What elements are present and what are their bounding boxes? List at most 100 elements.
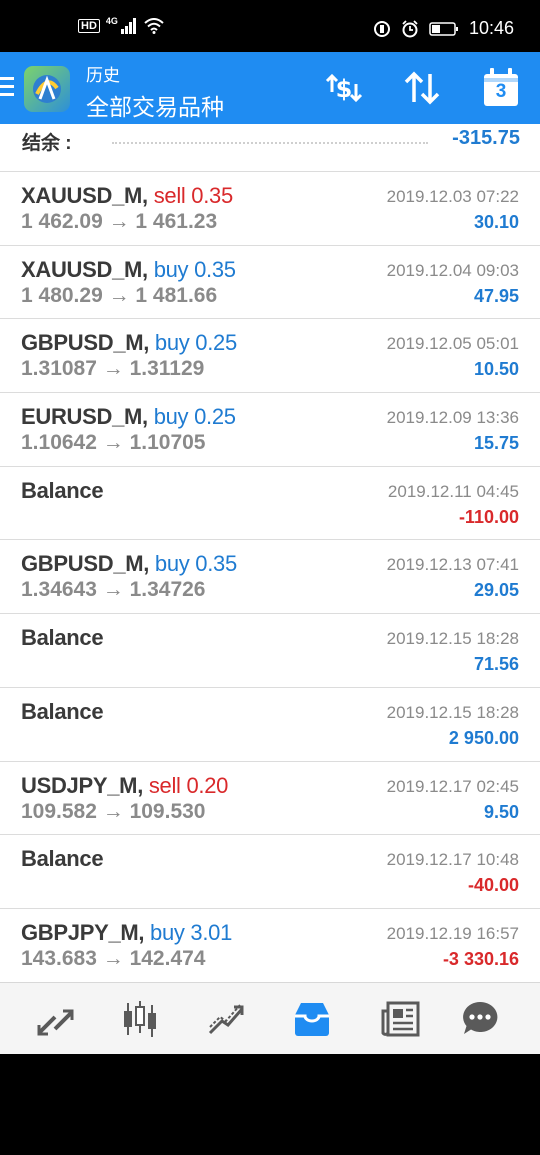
row-prices: 1.10642 → 1.10705 <box>21 431 206 455</box>
history-row[interactable]: XAUUSD_M, sell 0.35 1 462.09 → 1 461.23 20… <box>0 172 540 246</box>
nav-chat[interactable] <box>458 997 502 1041</box>
history-row[interactable]: GBPJPY_M, buy 3.01 143.683 → 142.474 2019.… <box>0 908 540 983</box>
data-saver-icon <box>373 20 390 37</box>
row-profit: 30.10 <box>473 212 519 232</box>
history-row[interactable]: GBPUSD_M, buy 0.35 1.34643 → 1.34726 2019.… <box>0 540 540 615</box>
row-side: buy 0.25 <box>154 330 237 356</box>
history-row[interactable]: Balance 2019.12.15 18:28 2 950.00 <box>0 687 540 762</box>
app-header: 历史 全部交易品种 $ 3 <box>0 52 540 124</box>
row-prices: 109.582 → 109.530 <box>21 799 206 823</box>
wifi-icon <box>144 18 164 34</box>
row-profit: 9.50 <box>483 801 519 822</box>
header-subtitle: 历史 <box>86 66 120 85</box>
row-title: Balance <box>21 846 104 872</box>
row-date: 2019.12.03 07:22 <box>386 187 519 206</box>
row-date: 2019.12.15 18:28 <box>386 629 519 649</box>
row-date: 2019.12.17 10:48 <box>386 850 519 870</box>
row-title: GBPJPY_M, buy 3.01 <box>21 920 232 946</box>
row-profit: 2 950.00 <box>448 727 519 748</box>
history-list: XAUUSD_M, sell 0.35 1 462.09 → 1 461.23 20… <box>0 172 540 983</box>
chat-icon <box>463 1001 498 1034</box>
row-symbol: XAUUSD_M, <box>21 183 148 208</box>
app-logo <box>24 66 70 112</box>
row-symbol: USDJPY_M, <box>21 772 144 798</box>
nav-history[interactable] <box>290 997 334 1041</box>
row-date: 2019.12.11 04:45 <box>387 481 519 501</box>
status-bar: HD 4G 10:46 <box>0 0 540 56</box>
calendar-button[interactable]: 3 <box>482 68 520 108</box>
history-row[interactable]: GBPUSD_M, buy 0.25 1.31087 → 1.31129 2019.… <box>0 319 540 394</box>
row-date: 2019.12.09 13:36 <box>386 408 519 428</box>
balance-summary: 结余 : -315.75 <box>0 124 540 172</box>
bottom-navigation <box>0 982 540 1054</box>
trade-icon <box>208 1004 244 1035</box>
system-navigation-area <box>0 1054 540 1155</box>
network-type: 4G <box>105 16 118 26</box>
row-side: sell 0.20 <box>148 772 229 798</box>
row-title: XAUUSD_M, sell 0.35 <box>21 183 233 209</box>
row-prices: 143.683 → 142.474 <box>21 946 206 970</box>
row-symbol: XAUUSD_M, <box>21 256 148 282</box>
row-symbol: Balance <box>21 477 104 503</box>
row-profit: 10.50 <box>473 359 519 380</box>
currency-switch-icon[interactable]: $ <box>322 68 366 108</box>
history-row[interactable]: Balance 2019.12.17 10:48 -40.00 <box>0 835 540 909</box>
hd-badge: HD <box>78 19 100 33</box>
svg-text:$: $ <box>336 75 353 103</box>
menu-icon[interactable] <box>0 77 16 99</box>
sort-icon[interactable] <box>400 68 444 108</box>
row-prices: 1.31087 → 1.31129 <box>21 357 205 381</box>
row-title: Balance <box>21 698 104 725</box>
status-left: HD 4G <box>78 16 164 34</box>
row-symbol: GBPJPY_M, <box>21 919 145 945</box>
row-title: GBPUSD_M, buy 0.35 <box>21 551 237 577</box>
row-side: buy 0.25 <box>153 404 236 430</box>
row-side: buy 3.01 <box>150 919 233 945</box>
row-symbol: Balance <box>21 625 104 651</box>
history-row[interactable]: EURUSD_M, buy 0.25 1.10642 → 1.10705 2019.… <box>0 393 540 467</box>
nav-quotes[interactable] <box>33 997 77 1041</box>
row-profit: 71.56 <box>473 654 519 675</box>
row-title: Balance <box>21 477 104 504</box>
summary-value: -315.75 <box>452 127 520 149</box>
news-icon <box>381 1001 420 1037</box>
row-profit: 47.95 <box>473 285 519 306</box>
summary-label: 结余 : <box>22 133 72 154</box>
nav-news[interactable] <box>378 997 422 1041</box>
row-side: sell 0.35 <box>153 183 234 208</box>
summary-divider <box>112 142 428 144</box>
row-symbol: EURUSD_M, <box>21 404 148 430</box>
row-symbol: GBPUSD_M, <box>21 330 150 356</box>
calendar-day: 3 <box>495 81 507 102</box>
row-title: GBPUSD_M, buy 0.25 <box>21 330 237 356</box>
row-prices: 1.34643 → 1.34726 <box>21 578 206 602</box>
row-date: 2019.12.15 18:28 <box>386 702 519 722</box>
row-symbol: Balance <box>21 698 104 724</box>
row-date: 2019.12.13 07:41 <box>386 555 519 575</box>
row-title: EURUSD_M, buy 0.25 <box>21 404 236 430</box>
nav-trade[interactable] <box>204 997 248 1041</box>
row-title: XAUUSD_M, buy 0.35 <box>21 257 236 283</box>
row-profit: 29.05 <box>473 580 519 601</box>
row-profit: 15.75 <box>473 433 519 454</box>
history-row[interactable]: XAUUSD_M, buy 0.35 1 480.29 → 1 481.66 201… <box>0 245 540 320</box>
row-prices: 1 462.09 → 1 461.23 <box>21 210 218 233</box>
page-title[interactable]: 全部交易品种 <box>86 88 224 122</box>
history-row[interactable]: Balance 2019.12.15 18:28 71.56 <box>0 614 540 688</box>
signal-icon <box>120 18 136 34</box>
quotes-icon <box>37 1009 74 1036</box>
row-profit: -110.00 <box>458 506 519 527</box>
alarm-icon <box>402 19 418 37</box>
row-symbol: Balance <box>21 846 104 872</box>
status-right: 10:46 <box>373 18 514 39</box>
history-row[interactable]: USDJPY_M, sell 0.20 109.582 → 109.530 2019… <box>0 761 540 836</box>
row-title: Balance <box>21 625 104 651</box>
chart-icon <box>124 1001 156 1037</box>
history-row[interactable]: Balance 2019.12.11 04:45 -110.00 <box>0 466 540 541</box>
row-profit: -3 330.16 <box>442 948 519 969</box>
row-prices: 1 480.29 → 1 481.66 <box>21 283 218 307</box>
row-profit: -40.00 <box>467 875 519 896</box>
clock: 10:46 <box>468 18 514 38</box>
logo-icon <box>33 75 61 103</box>
nav-chart[interactable] <box>118 997 162 1041</box>
